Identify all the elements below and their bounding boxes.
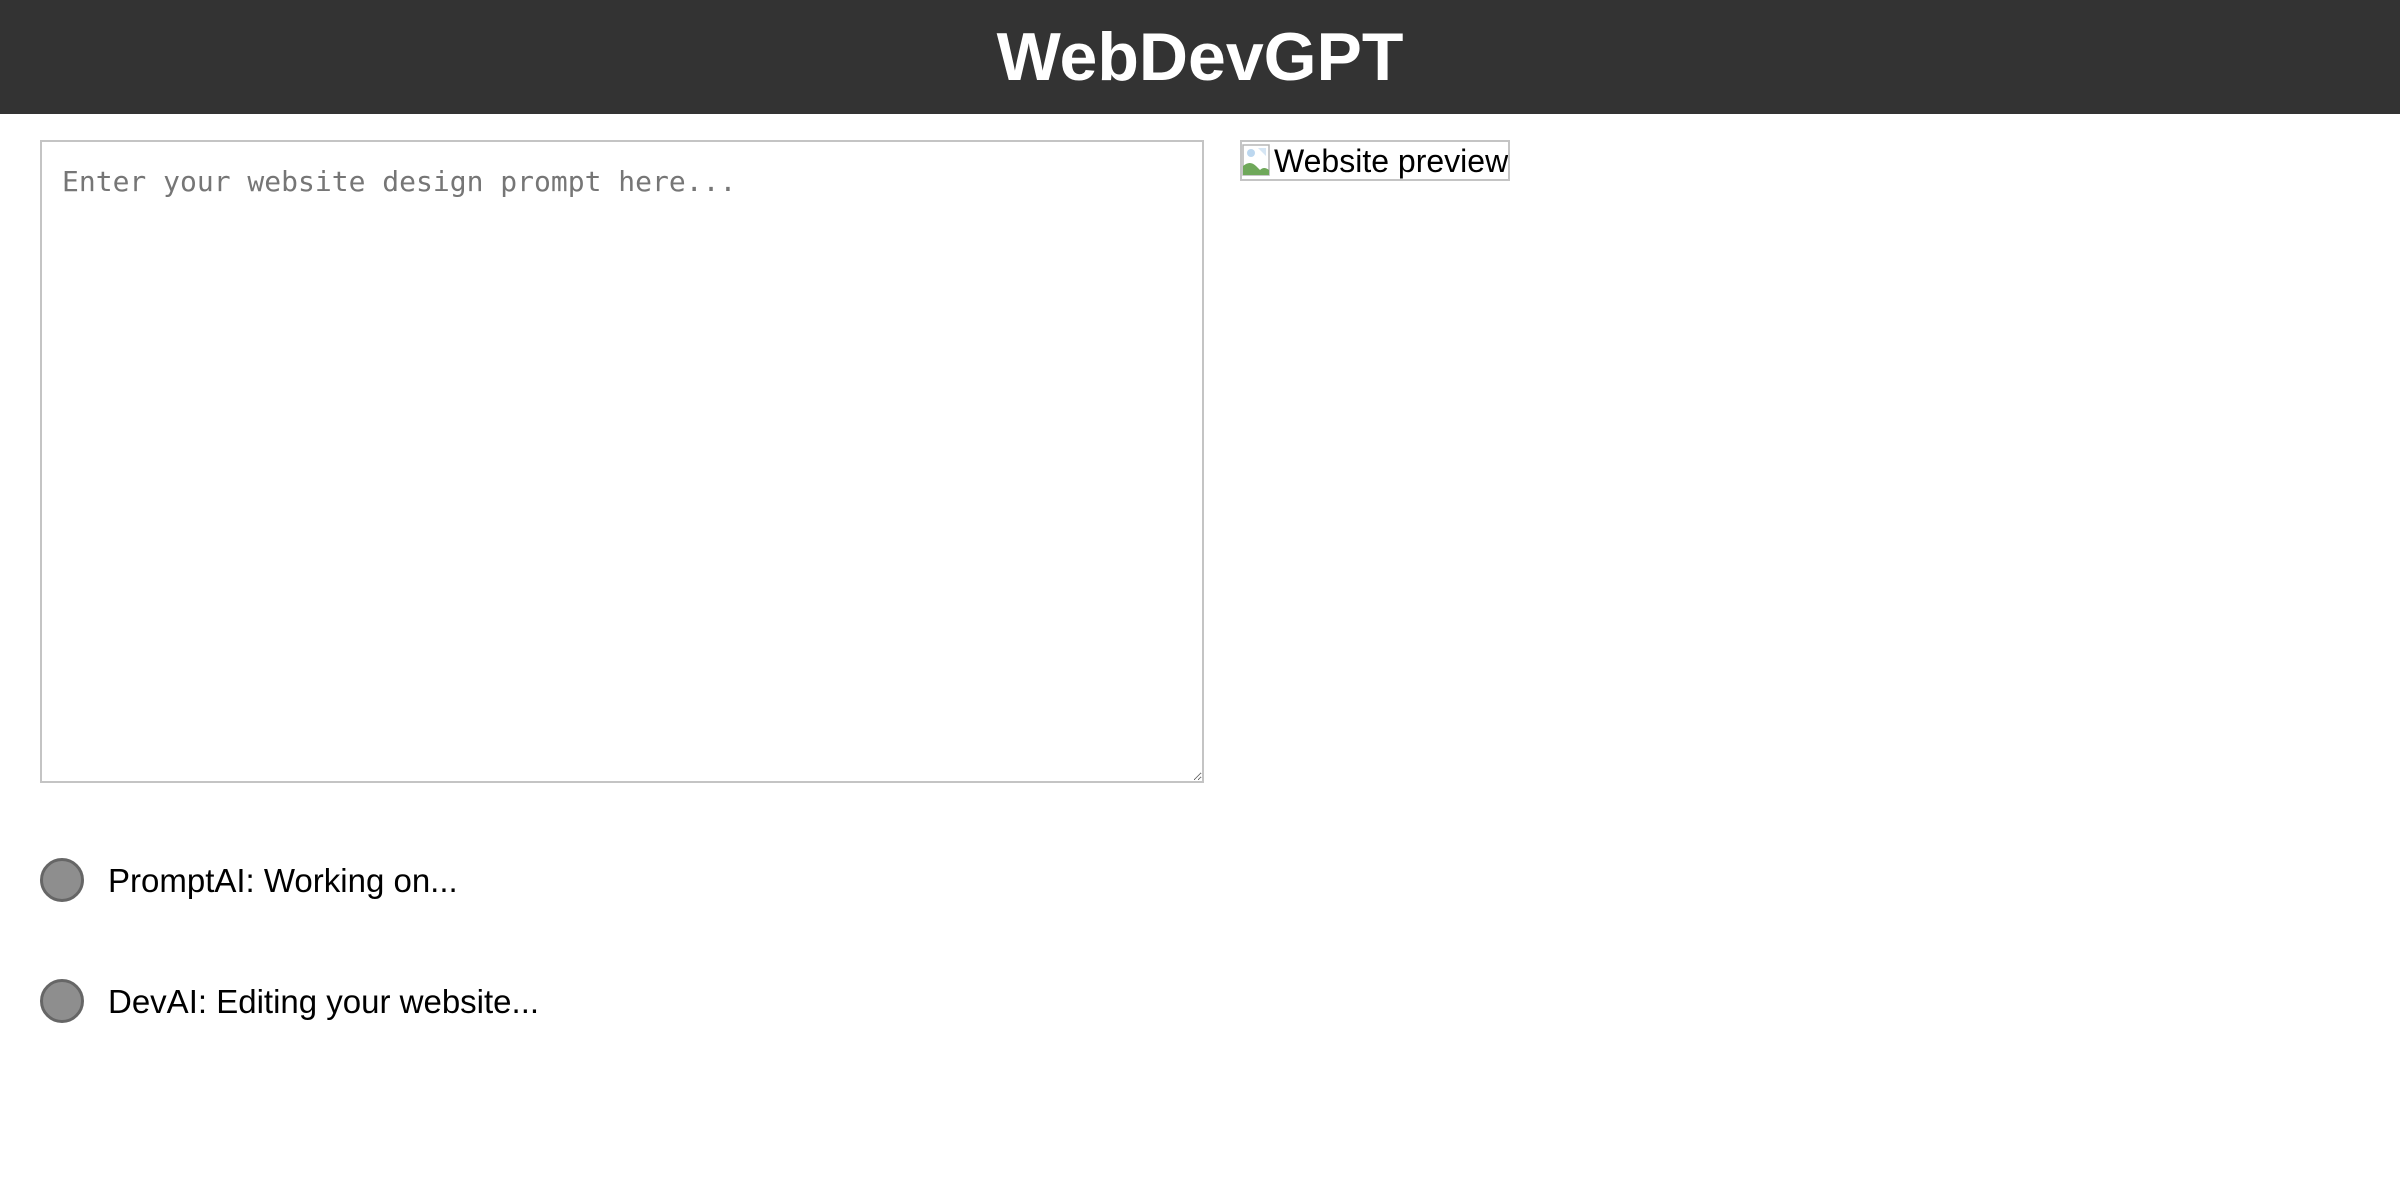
website-preview-image: Website preview <box>1240 140 1510 181</box>
status-text: PromptAI: Working on... <box>108 861 458 899</box>
status-text: DevAI: Editing your website... <box>108 982 540 1020</box>
status-prompt-ai: PromptAI: Working on... <box>40 858 458 902</box>
preview-alt-text: Website preview <box>1274 142 1509 179</box>
prompt-input[interactable] <box>40 140 1204 783</box>
status-indicator <box>40 979 84 1023</box>
app-header: WebDevGPT <box>0 0 2400 114</box>
broken-image-icon <box>1242 143 1270 176</box>
status-indicator <box>40 858 84 902</box>
app-title: WebDevGPT <box>996 19 1404 95</box>
status-dev-ai: DevAI: Editing your website... <box>40 979 539 1023</box>
